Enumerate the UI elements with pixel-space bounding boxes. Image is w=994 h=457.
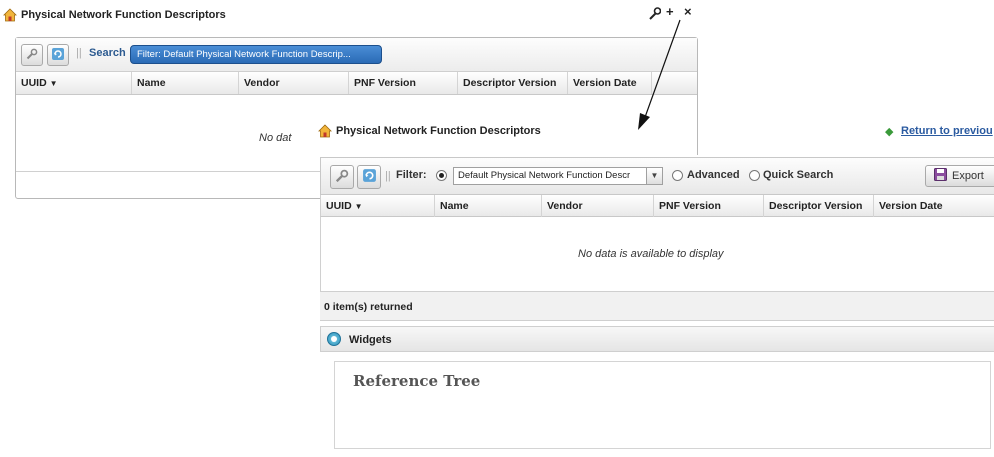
export-label: Export xyxy=(952,170,984,182)
item-count: 0 item(s) returned xyxy=(324,301,413,313)
home-icon xyxy=(318,124,332,138)
main-window-title-text: Physical Network Function Descriptors xyxy=(336,125,541,137)
filter-select[interactable]: Default Physical Network Function Descr … xyxy=(453,167,663,185)
reference-tree-widget: Reference Tree xyxy=(334,361,991,449)
sort-descending-icon: ▼ xyxy=(49,79,58,88)
advanced-radio[interactable] xyxy=(672,170,683,181)
filter-chip[interactable]: Filter: Default Physical Network Functio… xyxy=(130,45,382,64)
column-header-pnf-version[interactable]: PNF Version xyxy=(654,195,764,217)
column-header-descriptor-version[interactable]: Descriptor Version xyxy=(458,72,568,94)
background-empty-message: No dat xyxy=(259,132,292,144)
annotation-arrow xyxy=(638,19,681,130)
column-header-vendor[interactable]: Vendor xyxy=(542,195,654,217)
column-header-uuid[interactable]: UUID ▼ xyxy=(321,195,435,217)
filter-radio[interactable] xyxy=(436,170,447,181)
column-header-name[interactable]: Name xyxy=(435,195,542,217)
column-header-descriptor-version[interactable]: Descriptor Version xyxy=(764,195,874,217)
column-header-vendor[interactable]: Vendor xyxy=(239,72,349,94)
column-header-version-date[interactable]: Version Date xyxy=(874,195,994,217)
wrench-icon xyxy=(26,48,38,63)
back-arrow-icon: ◆ xyxy=(885,126,894,138)
configure-button[interactable] xyxy=(21,44,43,66)
widgets-icon xyxy=(327,332,341,346)
column-header-uuid[interactable]: UUID ▼ xyxy=(16,72,132,94)
advanced-label[interactable]: Advanced xyxy=(687,169,740,181)
column-header-pnf-version[interactable]: PNF Version xyxy=(349,72,458,94)
main-grid-panel: || Filter: Default Physical Network Func… xyxy=(320,155,994,457)
export-button[interactable]: Export xyxy=(925,165,994,187)
main-grid-body: No data is available to display xyxy=(320,217,994,291)
widgets-header[interactable]: Widgets xyxy=(320,326,994,352)
background-window-title: Physical Network Function Descriptors xyxy=(3,8,226,22)
return-to-previous-link[interactable]: Return to previou xyxy=(901,125,993,137)
reference-tree-title: Reference Tree xyxy=(353,372,481,390)
toolbar-separator: || xyxy=(385,170,391,182)
refresh-icon xyxy=(51,47,65,64)
main-grid-header: UUID ▼ Name Vendor PNF Version Descripto… xyxy=(320,195,994,217)
add-icon[interactable]: + xyxy=(666,4,674,19)
main-toolbar: || Filter: Default Physical Network Func… xyxy=(320,157,994,195)
wrench-icon xyxy=(335,169,349,186)
empty-grid-message: No data is available to display xyxy=(578,248,724,260)
refresh-icon xyxy=(362,168,377,186)
item-count-footer: 0 item(s) returned xyxy=(320,291,994,321)
background-toolbar: || Search Filter: Default Physical Netwo… xyxy=(16,38,697,72)
search-label[interactable]: Search xyxy=(89,47,126,59)
background-window-title-text: Physical Network Function Descriptors xyxy=(21,9,226,21)
close-icon[interactable]: × xyxy=(684,4,692,19)
refresh-button[interactable] xyxy=(47,44,69,66)
save-icon xyxy=(934,168,947,184)
main-window-title: Physical Network Function Descriptors xyxy=(318,124,541,138)
filter-select-value: Default Physical Network Function Descr xyxy=(458,170,631,181)
background-grid-header: UUID ▼ Name Vendor PNF Version Descripto… xyxy=(16,72,697,95)
quick-search-radio[interactable] xyxy=(749,170,760,181)
quick-search-label[interactable]: Quick Search xyxy=(763,169,833,181)
chevron-down-icon: ▼ xyxy=(646,168,662,184)
toolbar-separator: || xyxy=(76,47,82,59)
configure-button[interactable] xyxy=(330,165,354,189)
refresh-button[interactable] xyxy=(357,165,381,189)
sort-descending-icon: ▼ xyxy=(354,202,363,211)
filter-label: Filter: xyxy=(396,169,427,181)
widgets-label: Widgets xyxy=(349,334,392,346)
home-icon xyxy=(3,8,17,22)
column-header-name[interactable]: Name xyxy=(132,72,239,94)
